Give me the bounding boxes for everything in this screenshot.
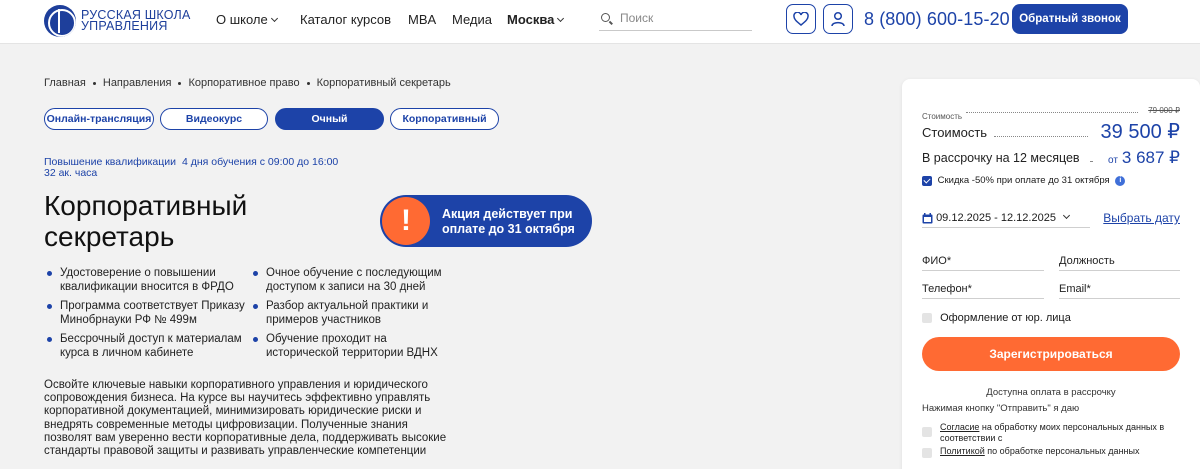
tab-video[interactable]: Видеокурс bbox=[160, 108, 268, 130]
installment-label: В рассрочку на 12 месяцев bbox=[922, 151, 1080, 165]
search-icon bbox=[601, 13, 610, 22]
email-field[interactable]: Email* bbox=[1059, 279, 1180, 299]
cost-label: Стоимость bbox=[922, 125, 988, 140]
phone-field[interactable]: Телефон* bbox=[922, 279, 1044, 299]
breadcrumb-home[interactable]: Главная bbox=[44, 77, 86, 89]
policy-checkbox[interactable] bbox=[922, 448, 932, 458]
info-icon[interactable]: i bbox=[1115, 175, 1126, 186]
callback-button[interactable]: Обратный звонок bbox=[1012, 4, 1128, 34]
site-header: Русская школа управления О школе Каталог… bbox=[0, 0, 1200, 44]
policy-text: Политикой по обработке персональных данн… bbox=[940, 446, 1140, 456]
tab-online[interactable]: Онлайн-трансляция bbox=[44, 108, 154, 130]
choose-date-link[interactable]: Выбрать дату bbox=[1103, 211, 1180, 225]
course-schedule: 4 дня обучения с 09:00 до 16:00 bbox=[182, 156, 339, 168]
legal-entity-label: Оформление от юр. лица bbox=[940, 312, 1071, 325]
cost-row: Стоимость 39 500 ₽ bbox=[922, 119, 1180, 145]
breadcrumb-current: Корпоративный секретарь bbox=[316, 77, 451, 89]
policy-link[interactable]: Политикой bbox=[940, 446, 985, 456]
register-button[interactable]: Зарегистрироваться bbox=[922, 337, 1180, 371]
feature-bullet: Разбор актуальной практики и примеров уч… bbox=[253, 300, 461, 327]
phone-number[interactable]: 8 (800) 600-15-20 bbox=[864, 9, 1010, 30]
nav-about[interactable]: О школе bbox=[216, 12, 278, 27]
feature-bullet: Удостоверение о повышении квалификации в… bbox=[47, 267, 250, 294]
nav-catalog[interactable]: Каталог курсов bbox=[300, 12, 391, 27]
tab-corporate[interactable]: Корпоративный bbox=[390, 108, 499, 130]
form-row-2: Телефон* Email* bbox=[922, 279, 1180, 303]
feature-bullet: Обучение проходит на исторической террит… bbox=[253, 333, 461, 360]
logo-text: Русская школа управления bbox=[81, 7, 191, 33]
chevron-down-icon bbox=[1062, 211, 1071, 220]
course-title: Корпоративный секретарь bbox=[44, 190, 248, 252]
nav-mba[interactable]: MBA bbox=[408, 12, 436, 27]
breadcrumb-separator bbox=[306, 81, 310, 85]
calendar-icon bbox=[922, 212, 933, 224]
breadcrumb-separator bbox=[92, 81, 96, 85]
discount-row: Скидка -50% при оплате до 31 октября i bbox=[922, 175, 1180, 189]
course-hours: 32 ак. часа bbox=[44, 167, 98, 179]
breadcrumb-separator bbox=[178, 81, 182, 85]
name-field[interactable]: ФИО* bbox=[922, 251, 1044, 271]
cost-value: 39 500 ₽ bbox=[1100, 121, 1180, 143]
chevron-down-icon bbox=[270, 14, 278, 23]
press-note: Нажимая кнопку "Отправить" я даю bbox=[922, 403, 1080, 414]
user-icon bbox=[831, 11, 845, 27]
breadcrumb: Главная Направления Корпоративное право … bbox=[44, 77, 451, 89]
form-row-1: ФИО* Должность bbox=[922, 251, 1180, 275]
breadcrumb-corporate-law[interactable]: Корпоративное право bbox=[188, 77, 299, 89]
logo[interactable]: Русская школа управления bbox=[44, 5, 191, 37]
globe-logo-icon bbox=[44, 5, 76, 37]
consent-checkbox[interactable] bbox=[922, 427, 932, 437]
old-price-row: Стоимость 79 000 ₽ bbox=[922, 106, 1180, 121]
breadcrumb-directions[interactable]: Направления bbox=[103, 77, 172, 89]
old-price: 79 000 ₽ bbox=[1148, 106, 1180, 115]
consent-text: Согласие на обработку моих персональных … bbox=[940, 422, 1165, 443]
feature-bullet: Бессрочный доступ к материалам курса в л… bbox=[47, 333, 250, 360]
promo-badge: ! Акция действует при оплате до 31 октяб… bbox=[380, 195, 592, 247]
tab-offline[interactable]: Очный bbox=[275, 108, 384, 130]
legal-entity-row: Оформление от юр. лица bbox=[922, 312, 1180, 326]
feature-bullet: Очное обучение с последующим доступом к … bbox=[253, 267, 461, 294]
discount-checkbox[interactable] bbox=[922, 175, 932, 186]
promo-text: Акция действует при оплате до 31 октября bbox=[442, 207, 575, 236]
installment-row: В рассрочку на 12 месяцев от 3 687 ₽ bbox=[922, 148, 1180, 170]
date-selector[interactable]: 09.12.2025 - 12.12.2025 bbox=[922, 211, 1090, 228]
position-field[interactable]: Должность bbox=[1059, 251, 1180, 271]
feature-bullet: Программа соответствует Приказу Минобрна… bbox=[47, 300, 250, 327]
order-card: Стоимость 79 000 ₽ Стоимость 39 500 ₽ В … bbox=[902, 79, 1200, 469]
course-meta: Повышение квалификации 4 дня обучения с 0… bbox=[44, 157, 338, 179]
search-input[interactable]: Поиск bbox=[599, 6, 752, 31]
installment-note: Доступна оплата в рассрочку bbox=[986, 387, 1116, 398]
exclamation-icon: ! bbox=[382, 197, 430, 245]
heart-icon bbox=[793, 12, 809, 26]
date-range: 09.12.2025 - 12.12.2025 bbox=[936, 212, 1056, 225]
legal-entity-checkbox[interactable] bbox=[922, 313, 932, 324]
installment-prefix: от bbox=[1107, 155, 1118, 166]
discount-label: Скидка -50% при оплате до 31 октября bbox=[937, 175, 1110, 186]
search-placeholder: Поиск bbox=[620, 11, 654, 25]
nav-media[interactable]: Медиа bbox=[452, 12, 492, 27]
city-selector[interactable]: Москва bbox=[507, 12, 565, 27]
favorites-button[interactable] bbox=[786, 4, 816, 34]
chevron-down-icon bbox=[557, 14, 565, 23]
course-description: Освойте ключевые навыки корпоративного у… bbox=[44, 379, 447, 458]
consent-link[interactable]: Согласие bbox=[940, 422, 979, 432]
profile-button[interactable] bbox=[823, 4, 853, 34]
installment-value: 3 687 ₽ bbox=[1121, 148, 1180, 167]
